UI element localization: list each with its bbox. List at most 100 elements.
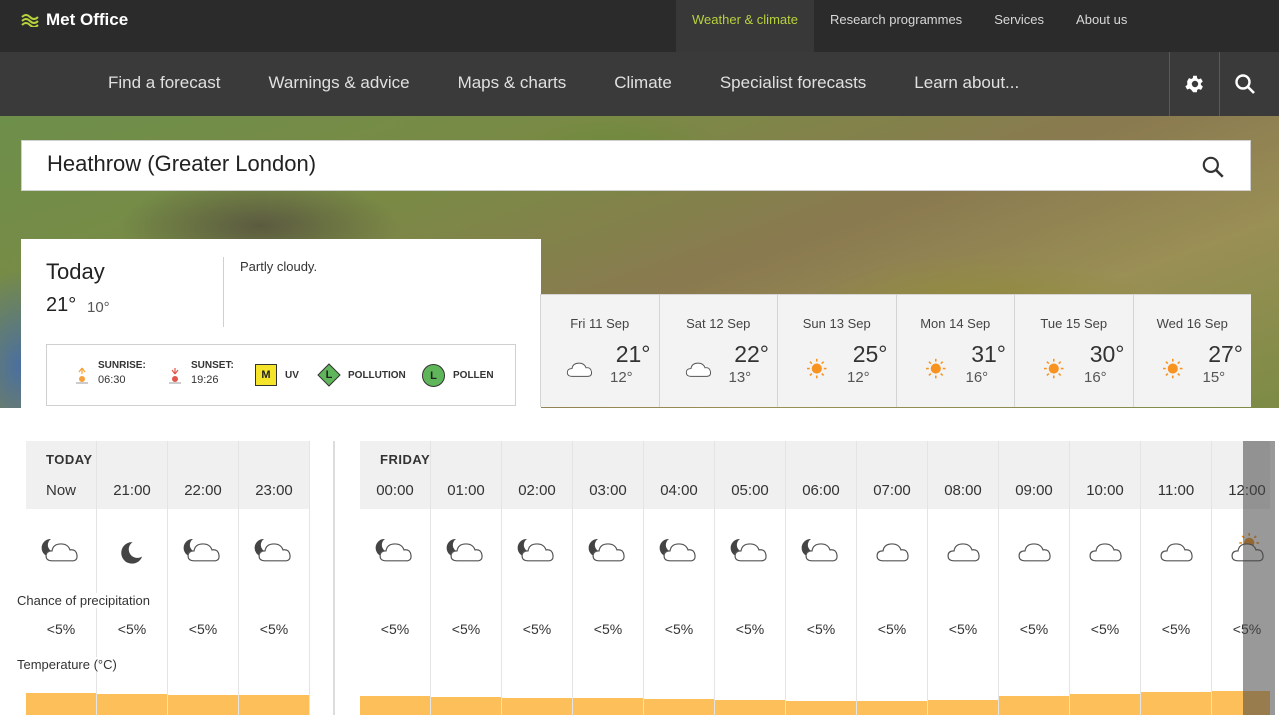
hour-time: 03:00 [589,482,627,499]
uv-indicator[interactable]: M UV [255,364,299,386]
scroll-right-overlay[interactable] [1243,441,1275,715]
precipitation-row-label: Chance of precipitation [17,593,154,608]
top-nav-services[interactable]: Services [978,0,1060,52]
nav-climate[interactable]: Climate [590,52,696,116]
pollution-label: POLLUTION [348,369,406,381]
hour-column: 11:00 <5% [1141,441,1212,715]
precip-chance: <5% [664,621,694,637]
precip-chance: <5% [46,621,76,637]
top-nav: Weather & climate Research programmes Se… [676,0,1143,52]
day-date: Tue 15 Sep [1040,316,1108,331]
nav-find-forecast[interactable]: Find a forecast [84,52,244,116]
pollution-indicator[interactable]: L POLLUTION [317,363,406,387]
logo-waves-icon [21,14,39,27]
top-nav-about-us[interactable]: About us [1060,0,1143,52]
day-date: Wed 16 Sep [1156,316,1228,331]
temperature-bar [857,701,927,715]
hour-time: 05:00 [731,482,769,499]
hour-column: 01:00 <5% [431,441,502,715]
site-search-button[interactable] [1219,52,1269,116]
precip-chance: <5% [380,621,410,637]
temperature-bar [168,695,238,715]
hour-time: 01:00 [447,482,485,499]
temperature-bar [999,696,1069,715]
hour-time: 00:00 [376,482,414,499]
day-tab[interactable]: Fri 11 Sep 21° 12° [540,294,659,407]
hour-column: 06:00 <5% [786,441,857,715]
today-panel[interactable]: Today 21° 10° Partly cloudy. SUNRISE: 06… [21,239,541,408]
top-nav-research-programmes[interactable]: Research programmes [814,0,978,52]
sunset-icon [168,367,182,390]
nav-warnings-advice[interactable]: Warnings & advice [244,52,433,116]
nav-maps-charts[interactable]: Maps & charts [434,52,591,116]
day-high: 21° [615,341,651,367]
top-nav-weather-climate[interactable]: Weather & climate [676,0,814,52]
hour-column: 08:00 <5% [928,441,999,715]
temperature-bar [97,694,167,715]
daily-forecast-tabs: Fri 11 Sep 21° 12° Sat 12 Sep 22° 13° Sun 13 S… [540,294,1251,407]
pollen-indicator[interactable]: L POLLEN [422,364,494,387]
temperature-bar [360,696,430,715]
precip-chance: <5% [593,621,623,637]
sunset-time: 19:26 [191,374,219,386]
day-tab[interactable]: Sat 12 Sep 22° 13° [658,294,777,407]
day-low: 12° [610,369,633,386]
hour-time: 08:00 [944,482,982,499]
precip-chance: <5% [188,621,218,637]
hour-time: 10:00 [1086,482,1124,499]
cloud-icon [940,531,986,573]
search-icon [1234,74,1255,94]
top-bar: Met Office Weather & climate Research pr… [0,0,1279,52]
sun-icon [917,353,953,387]
day-tab[interactable]: Sun 13 Sep 25° 12° [777,294,896,407]
temperature-row-label: Temperature (°C) [17,657,121,672]
temperature-bar [502,698,572,715]
hour-time: 11:00 [1157,482,1195,499]
moon-cloud-icon [514,531,560,573]
day-high: 30° [1089,341,1125,367]
day-date: Sat 12 Sep [686,316,751,331]
sunrise-label: SUNRISE: [98,360,146,371]
met-office-logo[interactable]: Met Office [20,10,128,30]
day-date: Sun 13 Sep [802,316,871,331]
day-tab[interactable]: Wed 16 Sep 27° 15° [1132,294,1251,407]
location-search-value[interactable]: Heathrow (Greater London) [47,151,316,177]
divider [223,257,224,327]
temperature-bar [1141,692,1211,715]
pollen-label: POLLEN [453,370,494,381]
hour-time: 07:00 [873,482,911,499]
brand-name: Met Office [46,10,129,29]
temperature-bar [239,695,309,715]
nav-learn-about[interactable]: Learn about... [890,52,1043,116]
day-tab[interactable]: Tue 15 Sep 30° 16° [1014,294,1133,407]
today-title: Today [46,259,105,284]
temperature-bar [644,699,714,715]
location-search-icon[interactable] [1200,154,1226,185]
day-low: 16° [965,369,989,386]
hourly-today-table: TODAY Now <5% 21:00 <5% 22:00 <5% 23:00 <5% [26,441,310,715]
precip-chance: <5% [259,621,289,637]
moon-cloud-icon [443,531,489,573]
uv-badge: M [255,364,277,386]
location-search-field[interactable]: Heathrow (Greater London) [21,140,1251,191]
precip-chance: <5% [1019,621,1049,637]
gear-icon [1184,75,1203,93]
hour-column: 09:00 <5% [999,441,1070,715]
hour-time: 23:00 [255,482,293,499]
hour-time: 21:00 [113,482,151,499]
temperature-bar [1070,694,1140,715]
day-date: Fri 11 Sep [570,316,630,331]
moon-cloud-icon [180,531,226,573]
hour-time: 02:00 [518,482,556,499]
sunrise-time: 06:30 [98,374,126,386]
pollution-level: L [325,369,333,381]
settings-button[interactable] [1169,52,1219,116]
nav-specialist-forecasts[interactable]: Specialist forecasts [696,52,890,116]
precip-chance: <5% [1090,621,1120,637]
hour-column: 21:00 <5% [97,441,168,715]
hour-column: 10:00 <5% [1070,441,1141,715]
today-low: 10° [87,299,110,316]
moon-cloud-icon [585,531,631,573]
day-tab[interactable]: Mon 14 Sep 31° 16° [895,294,1014,407]
hour-time: 06:00 [802,482,840,499]
